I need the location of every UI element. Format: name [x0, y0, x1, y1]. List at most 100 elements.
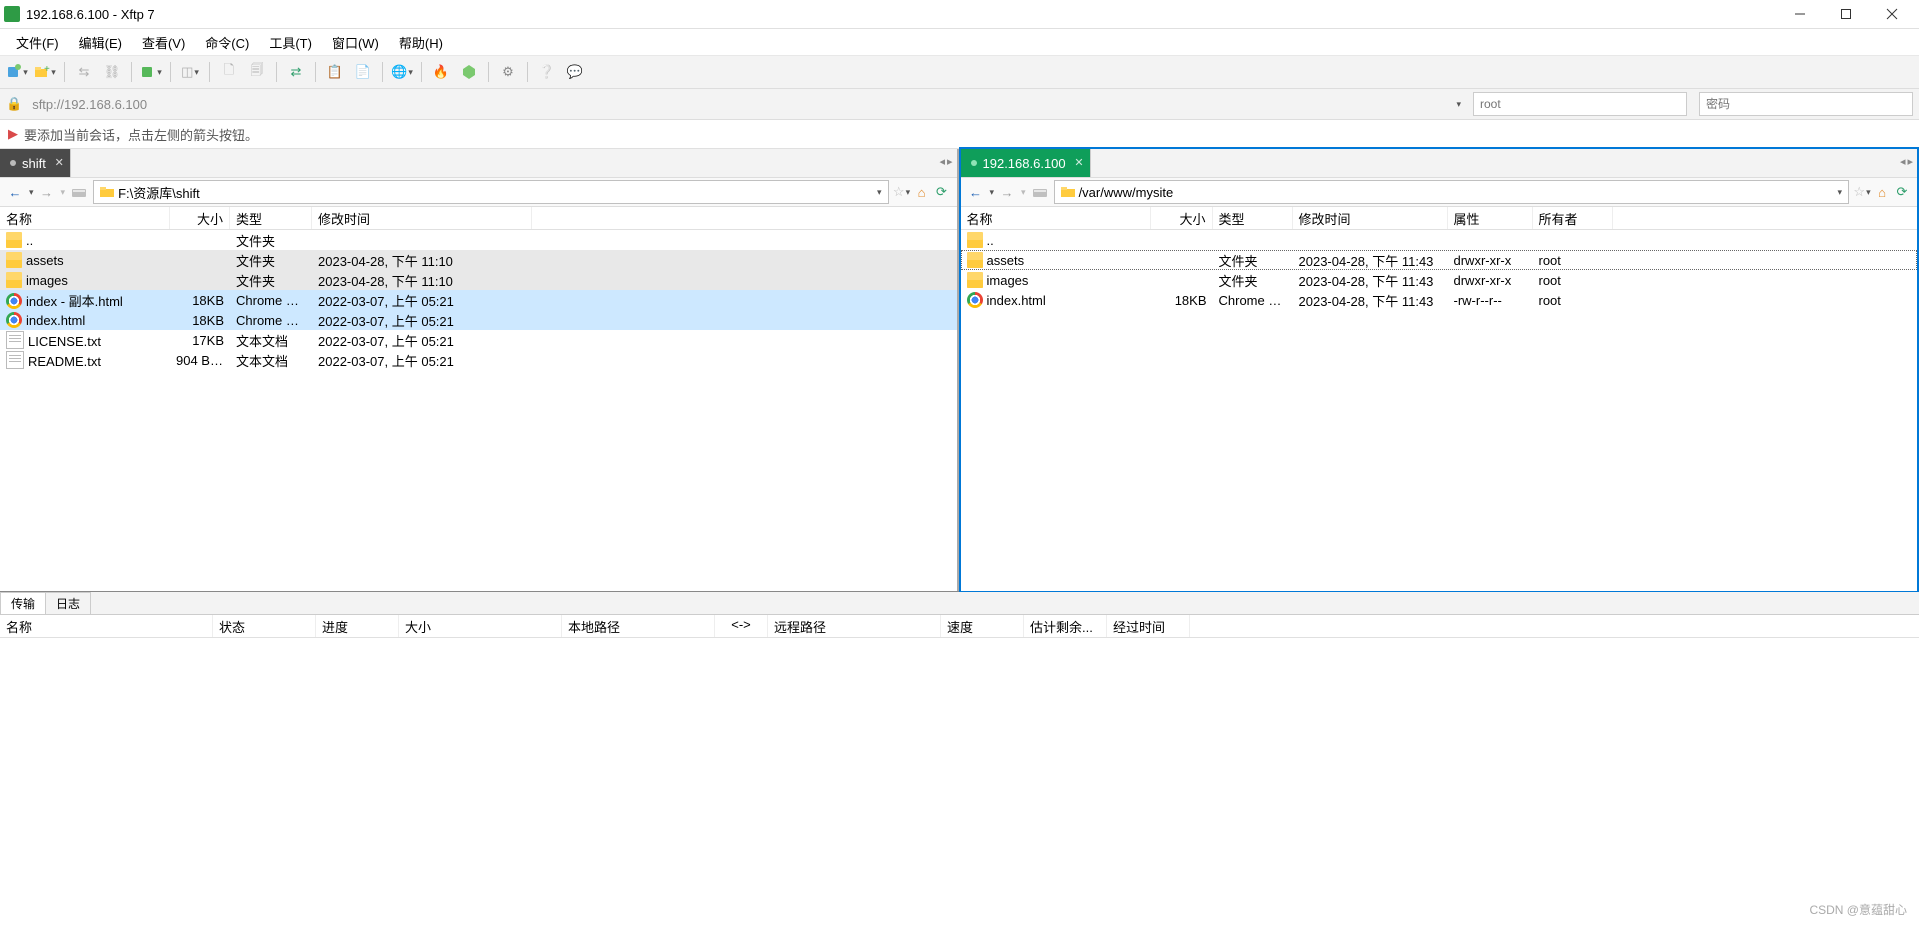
- xcol-remotepath[interactable]: 远程路径: [768, 615, 941, 637]
- col-size[interactable]: 大小: [170, 207, 230, 229]
- paste-icon[interactable]: 📄: [352, 61, 374, 83]
- xcol-elapsed[interactable]: 经过时间: [1107, 615, 1190, 637]
- col-type[interactable]: 类型: [1213, 207, 1293, 229]
- username-input[interactable]: [1473, 92, 1687, 116]
- chrome-icon: [967, 292, 983, 308]
- local-tab-label: shift: [22, 156, 46, 171]
- refresh-icon[interactable]: ⟳: [1893, 183, 1911, 201]
- close-icon[interactable]: ✕: [55, 156, 64, 169]
- host-address[interactable]: sftp://192.168.6.100: [32, 97, 1449, 112]
- file-row[interactable]: images文件夹2023-04-28, 下午 11:10: [0, 270, 957, 290]
- file-row[interactable]: README.txt904 Bytes文本文档2022-03-07, 上午 05…: [0, 350, 957, 370]
- home-icon[interactable]: ⌂: [913, 183, 931, 201]
- local-grid-header: 名称 大小 类型 修改时间: [0, 207, 957, 230]
- chat-icon[interactable]: 💬: [564, 61, 586, 83]
- local-tab-row: shift ✕ ◂▸: [0, 149, 957, 178]
- file-row[interactable]: ..: [961, 230, 1918, 250]
- reconnect-icon[interactable]: ⇆: [73, 61, 95, 83]
- new-file-icon[interactable]: 🗋: [218, 61, 240, 83]
- maximize-button[interactable]: [1823, 0, 1869, 28]
- menu-view[interactable]: 查看(V): [132, 31, 195, 54]
- refresh-icon[interactable]: ⟳: [933, 183, 951, 201]
- help-icon[interactable]: ❔: [536, 61, 558, 83]
- xcol-progress[interactable]: 进度: [316, 615, 399, 637]
- col-type[interactable]: 类型: [230, 207, 312, 229]
- password-input[interactable]: [1699, 92, 1913, 116]
- tab-prev-icon[interactable]: ◂: [1900, 155, 1906, 168]
- remote-file-list[interactable]: ..assets文件夹2023-04-28, 下午 11:43drwxr-xr-…: [961, 230, 1918, 591]
- col-attr[interactable]: 属性: [1448, 207, 1533, 229]
- tab-log[interactable]: 日志: [45, 592, 91, 614]
- xcol-localpath[interactable]: 本地路径: [562, 615, 715, 637]
- remote-tab[interactable]: 192.168.6.100 ✕: [961, 149, 1091, 177]
- back-icon[interactable]: ←: [6, 183, 24, 201]
- forward-icon[interactable]: →: [38, 183, 56, 201]
- menu-file[interactable]: 文件(F): [6, 31, 69, 54]
- chrome-icon: [6, 293, 22, 309]
- copy-icon[interactable]: 🗐: [246, 61, 268, 83]
- file-row[interactable]: assets文件夹2023-04-28, 下午 11:10: [0, 250, 957, 270]
- local-tab[interactable]: shift ✕: [0, 149, 71, 177]
- file-row[interactable]: index - 副本.html18KBChrome H...2022-03-07…: [0, 290, 957, 310]
- close-icon[interactable]: ✕: [1074, 156, 1083, 169]
- svg-text:+: +: [44, 64, 50, 75]
- tab-next-icon[interactable]: ▸: [1907, 155, 1913, 168]
- transfer-tabs: 传输 日志: [0, 592, 1919, 615]
- folder-icon: [100, 185, 118, 199]
- xcol-status[interactable]: 状态: [213, 615, 316, 637]
- menu-help[interactable]: 帮助(H): [389, 31, 453, 54]
- watermark: CSDN @意蕴甜心: [1809, 901, 1907, 918]
- file-row[interactable]: index.html18KBChrome H...2022-03-07, 上午 …: [0, 310, 957, 330]
- folder-icon: [967, 252, 983, 268]
- remote-grid-header: 名称 大小 类型 修改时间 属性 所有者: [961, 207, 1918, 230]
- minimize-button[interactable]: [1777, 0, 1823, 28]
- col-owner[interactable]: 所有者: [1533, 207, 1613, 229]
- transfer-icon[interactable]: ▾: [140, 61, 162, 83]
- bookmark-icon[interactable]: ☆▾: [1853, 183, 1871, 201]
- local-path-input[interactable]: F:\资源库\shift ▾: [93, 180, 888, 204]
- gear-icon[interactable]: ⚙: [497, 61, 519, 83]
- new-folder-icon[interactable]: +▾: [34, 61, 56, 83]
- tab-transfer[interactable]: 传输: [0, 592, 46, 614]
- local-file-list[interactable]: ..文件夹assets文件夹2023-04-28, 下午 11:10images…: [0, 230, 957, 591]
- transfer-header: 名称 状态 进度 大小 本地路径 <-> 远程路径 速度 估计剩余... 经过时…: [0, 615, 1919, 638]
- fire-icon[interactable]: 🔥: [430, 61, 452, 83]
- copy2-icon[interactable]: 📋: [324, 61, 346, 83]
- file-row[interactable]: images文件夹2023-04-28, 下午 11:43drwxr-xr-xr…: [961, 270, 1918, 290]
- xcol-remain[interactable]: 估计剩余...: [1024, 615, 1107, 637]
- file-row[interactable]: assets文件夹2023-04-28, 下午 11:43drwxr-xr-xr…: [961, 250, 1918, 270]
- menu-window[interactable]: 窗口(W): [322, 31, 389, 54]
- local-path-row: ←▾ →▾ F:\资源库\shift ▾ ☆▾ ⌂ ⟳: [0, 178, 957, 207]
- col-name[interactable]: 名称: [0, 207, 170, 229]
- remote-tab-row: 192.168.6.100 ✕ ◂▸: [961, 149, 1918, 178]
- xcol-size[interactable]: 大小: [399, 615, 562, 637]
- menu-edit[interactable]: 编辑(E): [69, 31, 132, 54]
- home-icon[interactable]: ⌂: [1873, 183, 1891, 201]
- disconnect-icon[interactable]: ⛓: [101, 61, 123, 83]
- globe-icon[interactable]: 🌐▾: [391, 61, 413, 83]
- bookmark-icon[interactable]: ☆▾: [893, 183, 911, 201]
- sync-arrows-icon[interactable]: ⇄: [285, 61, 307, 83]
- close-button[interactable]: [1869, 0, 1915, 28]
- host-dropdown-icon[interactable]: ▾: [1456, 99, 1461, 110]
- tab-next-icon[interactable]: ▸: [947, 155, 953, 168]
- col-date[interactable]: 修改时间: [312, 207, 532, 229]
- file-row[interactable]: ..文件夹: [0, 230, 957, 250]
- xcol-speed[interactable]: 速度: [941, 615, 1024, 637]
- file-row[interactable]: index.html18KBChrome H...2023-04-28, 下午 …: [961, 290, 1918, 310]
- hex-icon[interactable]: [458, 61, 480, 83]
- xcol-dir[interactable]: <->: [715, 615, 768, 637]
- tab-prev-icon[interactable]: ◂: [939, 155, 945, 168]
- col-date[interactable]: 修改时间: [1293, 207, 1448, 229]
- back-icon[interactable]: ←: [967, 183, 985, 201]
- col-size[interactable]: 大小: [1151, 207, 1213, 229]
- pane-layout-icon[interactable]: ◫▾: [179, 61, 201, 83]
- xcol-name[interactable]: 名称: [0, 615, 213, 637]
- file-row[interactable]: LICENSE.txt17KB文本文档2022-03-07, 上午 05:21: [0, 330, 957, 350]
- new-session-icon[interactable]: ▾: [6, 61, 28, 83]
- col-name[interactable]: 名称: [961, 207, 1151, 229]
- remote-path-input[interactable]: /var/www/mysite ▾: [1054, 180, 1849, 204]
- menu-tools[interactable]: 工具(T): [259, 31, 322, 54]
- forward-icon[interactable]: →: [998, 183, 1016, 201]
- menu-cmd[interactable]: 命令(C): [195, 31, 259, 54]
